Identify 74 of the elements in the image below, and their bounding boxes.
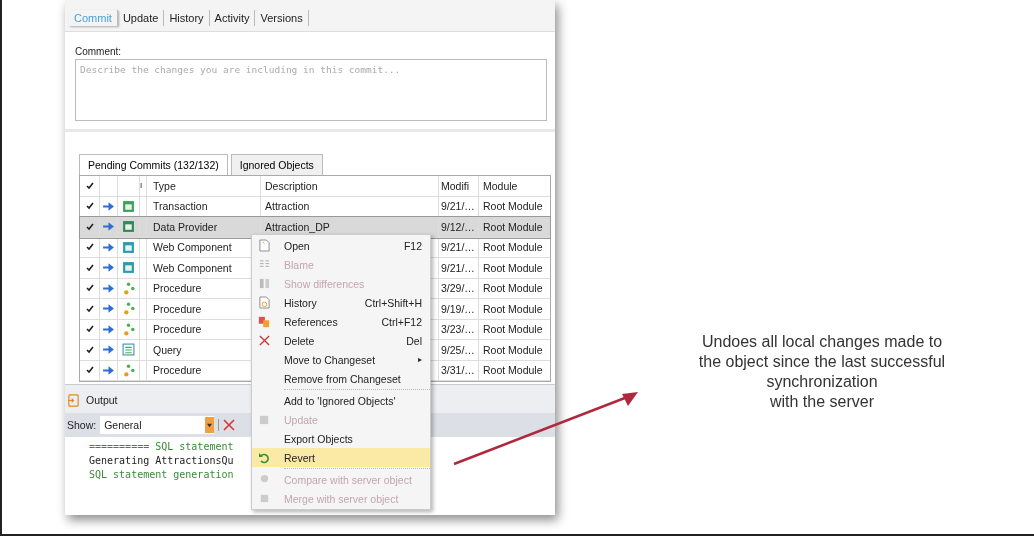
table-cell: 9/21/… [439, 237, 479, 257]
output-icon [67, 393, 80, 407]
window-icon [122, 261, 135, 275]
show-label: Show: [67, 419, 97, 431]
checkbox[interactable] [84, 303, 95, 314]
table-cell-text: Root Module [482, 219, 544, 235]
table-cell: Attraction [265, 200, 310, 213]
references-icon [258, 315, 270, 328]
table-cell: 3/29/… [439, 278, 479, 298]
comment-label: Comment: [75, 46, 123, 57]
tab[interactable]: Update [117, 10, 165, 26]
table-cell-text: Root Module [482, 301, 544, 317]
checkbox[interactable] [84, 221, 95, 232]
annotation-text: synchronization [765, 372, 879, 392]
table-cell: 9/25/… [439, 340, 479, 360]
tab[interactable]: Activity [209, 10, 256, 26]
table-cell-text: Root Module [482, 240, 544, 256]
column-header[interactable]: Type [147, 176, 261, 196]
checkbox[interactable] [84, 242, 95, 253]
column-header[interactable]: Modifi [439, 176, 479, 196]
document-icon [258, 239, 270, 252]
checkbox[interactable] [84, 324, 95, 335]
annotation-text: Undoes all local changes made to [700, 332, 944, 352]
table-cell-text: Root Module [482, 322, 544, 338]
show-dropdown[interactable]: General [100, 416, 215, 434]
checkbox[interactable] [84, 365, 95, 376]
menu-item[interactable]: Export Objects [252, 429, 430, 448]
delete-icon [258, 335, 270, 346]
table-cell: 3/31/… [439, 360, 479, 380]
table-cell-text: Root Module [482, 342, 544, 358]
cycle-icon [122, 302, 135, 316]
checkbox[interactable] [84, 201, 95, 212]
checkbox[interactable] [84, 283, 95, 294]
annotation-text: with the server [768, 392, 875, 412]
checkbox[interactable] [84, 344, 95, 355]
table-cell-text: Root Module [482, 363, 544, 379]
window-icon [122, 220, 135, 234]
table-cell: Attraction_DP [265, 220, 330, 233]
dropdown-arrow-icon [207, 422, 213, 428]
table-cell-text: Root Module [482, 281, 544, 297]
menu-item[interactable]: Add to 'Ignored Objects' [252, 391, 430, 410]
compare-icon [258, 278, 270, 289]
console-line: ========== SQL statement [89, 440, 234, 454]
blame-icon [258, 259, 270, 270]
clear-icon[interactable] [218, 419, 236, 431]
column-header[interactable]: Description [261, 176, 439, 196]
cycle-icon [122, 322, 135, 336]
revert-icon [258, 451, 270, 464]
list-tab[interactable]: Ignored Objects [230, 154, 323, 175]
menu-item[interactable]: Revert [252, 448, 430, 467]
column-header[interactable]: I [140, 176, 147, 196]
console-line: Generating AttractionsQu [89, 454, 234, 468]
annotation-text: the object since the last successful [697, 352, 947, 372]
list-icon [122, 343, 135, 357]
table-cell-text: Root Module [482, 199, 544, 215]
window-icon [122, 240, 135, 254]
console-line: SQL statement generation [89, 468, 234, 482]
comment-field[interactable]: Describe the changes you are including in this commit... [75, 59, 547, 121]
table-cell: 9/12/… [439, 217, 479, 237]
table-cell: 3/23/… [439, 319, 479, 339]
tab[interactable]: History [164, 10, 210, 26]
cycle-icon [122, 363, 135, 377]
checkbox[interactable] [84, 180, 95, 191]
list-tab[interactable]: Pending Commits (132/132) [79, 154, 228, 175]
window-icon [122, 199, 135, 213]
table-cell: 9/19/… [439, 299, 479, 319]
table-cell-text: Root Module [482, 260, 544, 276]
table-cell: 9/21/… [439, 258, 479, 278]
output-title: Output [86, 394, 118, 406]
checkbox[interactable] [84, 262, 95, 273]
column-header[interactable]: Module [479, 176, 550, 196]
history-icon [258, 296, 270, 309]
tab[interactable]: Versions [255, 10, 309, 26]
cycle-icon [122, 281, 135, 295]
